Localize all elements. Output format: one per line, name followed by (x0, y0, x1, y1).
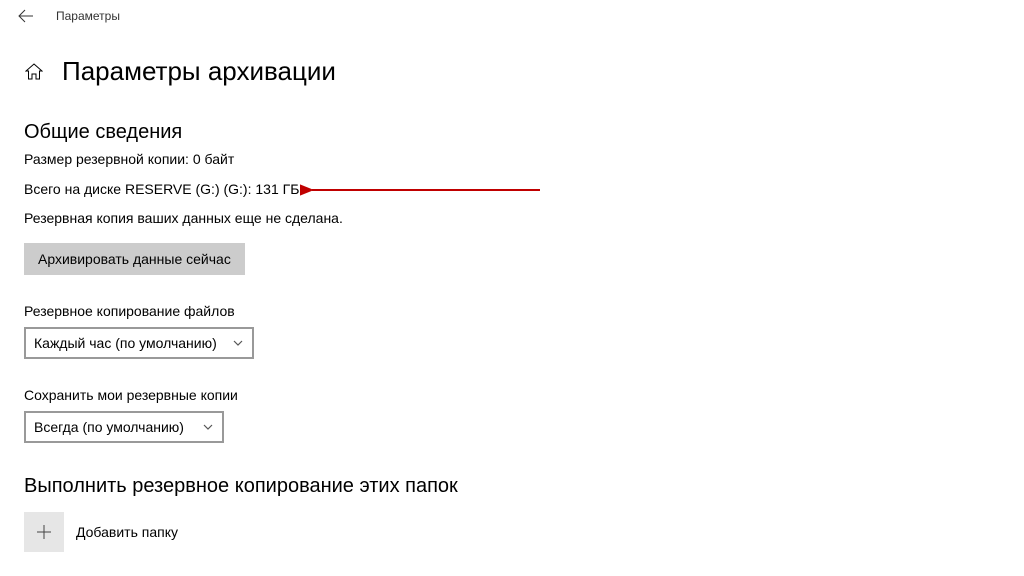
add-folder-button[interactable] (24, 512, 64, 552)
frequency-dropdown[interactable]: Каждый час (по умолчанию) (24, 327, 254, 359)
folders-heading: Выполнить резервное копирование этих пап… (24, 475, 1000, 498)
window-title: Параметры (56, 9, 120, 23)
chevron-down-icon (202, 421, 214, 433)
not-backed-up-text: Резервная копия ваших данных еще не сдел… (24, 209, 1000, 229)
back-arrow-icon (18, 8, 34, 24)
disk-total-text: Всего на диске RESERVE (G:) (G:): 131 ГБ (24, 180, 1000, 200)
frequency-selected: Каждый час (по умолчанию) (34, 335, 217, 351)
plus-icon (35, 523, 53, 541)
frequency-label: Резервное копирование файлов (24, 303, 1000, 319)
content-area: Параметры архивации Общие сведения Разме… (0, 32, 1024, 552)
retention-selected: Всегда (по умолчанию) (34, 419, 184, 435)
add-folder-row[interactable]: Добавить папку (24, 512, 1000, 552)
home-button[interactable] (24, 62, 44, 82)
page-header: Параметры архивации (24, 56, 1000, 87)
chevron-down-icon (232, 337, 244, 349)
backup-size-text: Размер резервной копии: 0 байт (24, 150, 1000, 170)
add-folder-label: Добавить папку (76, 524, 178, 540)
back-button[interactable] (16, 6, 36, 26)
retention-dropdown[interactable]: Всегда (по умолчанию) (24, 411, 224, 443)
page-title: Параметры архивации (62, 56, 336, 87)
retention-label: Сохранить мои резервные копии (24, 387, 1000, 403)
backup-now-button[interactable]: Архивировать данные сейчас (24, 243, 245, 275)
titlebar: Параметры (0, 0, 1024, 32)
home-icon (25, 63, 43, 81)
overview-heading: Общие сведения (24, 121, 1000, 144)
